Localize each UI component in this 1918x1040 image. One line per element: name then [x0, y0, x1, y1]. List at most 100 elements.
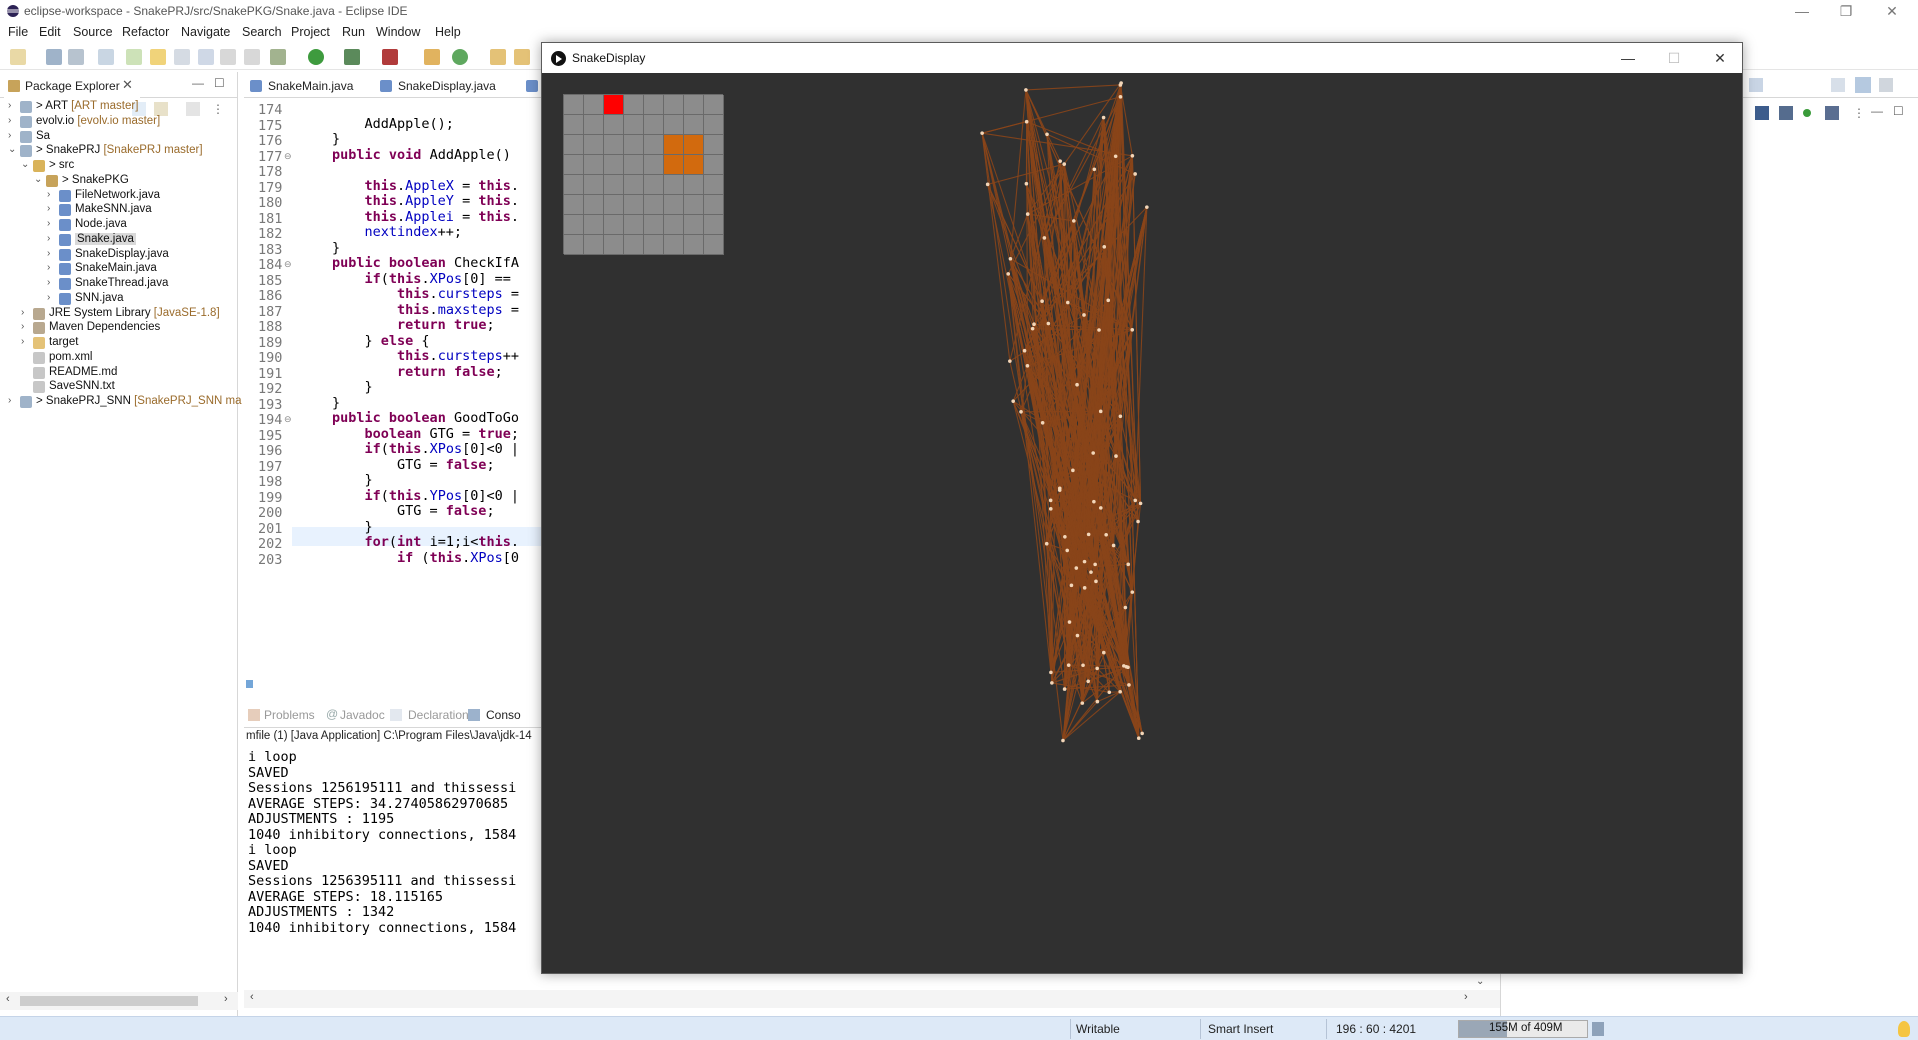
scrollbar-thumb[interactable]: [20, 996, 198, 1006]
chevron-right-icon[interactable]: ›: [8, 115, 18, 126]
tab-snake-display[interactable]: SnakeDisplay.java: [376, 74, 516, 98]
code-line[interactable]: nextindex++;: [332, 224, 463, 240]
menu-source[interactable]: Source: [73, 25, 113, 39]
view-minimize-icon[interactable]: —: [1871, 104, 1883, 118]
code-line[interactable]: }: [332, 131, 340, 147]
new-java-project-icon[interactable]: [424, 49, 440, 65]
tab-snake-java[interactable]: [522, 74, 542, 98]
code-line[interactable]: public boolean GoodToGo: [332, 410, 519, 426]
menu-navigate[interactable]: Navigate: [181, 25, 230, 39]
code-line[interactable]: }: [332, 379, 373, 395]
scroll-left-icon[interactable]: ‹: [6, 993, 10, 1005]
code-line[interactable]: boolean GTG = true;: [332, 426, 519, 442]
debug-perspective-icon[interactable]: [1879, 78, 1893, 92]
outline-hide-nonpublic-icon[interactable]: [1825, 106, 1839, 120]
tab-snake-main[interactable]: SnakeMain.java: [246, 74, 374, 98]
chevron-right-icon[interactable]: ›: [47, 292, 57, 303]
view-maximize-icon[interactable]: ☐: [214, 76, 225, 90]
chevron-right-icon[interactable]: ›: [21, 321, 31, 332]
paragraph-icon[interactable]: [244, 49, 260, 65]
code-line[interactable]: this.AppleY = this.: [332, 193, 519, 209]
scroll-left-icon[interactable]: ‹: [250, 991, 254, 1003]
code-line[interactable]: return true;: [332, 317, 495, 333]
tab-console[interactable]: Conso: [486, 708, 521, 722]
code-line[interactable]: GTG = false;: [332, 503, 495, 519]
chevron-down-icon[interactable]: ⌄: [34, 174, 44, 185]
menu-help[interactable]: Help: [435, 25, 461, 39]
minimize-button[interactable]: —: [1784, 2, 1820, 20]
tab-problems[interactable]: Problems: [264, 708, 315, 722]
tab-javadoc[interactable]: Javadoc: [340, 708, 385, 722]
outline-hide-fields-icon[interactable]: [1755, 106, 1769, 120]
chevron-down-icon[interactable]: ⌄: [8, 144, 18, 155]
code-line[interactable]: }: [332, 519, 373, 535]
snake-close-button[interactable]: ✕: [1700, 47, 1740, 69]
chevron-right-icon[interactable]: ›: [47, 203, 57, 214]
word-wrap-icon[interactable]: [198, 49, 214, 65]
code-line[interactable]: }: [332, 240, 340, 256]
open-perspective-icon[interactable]: [1831, 78, 1845, 92]
open-type-icon[interactable]: [490, 49, 506, 65]
chevron-right-icon[interactable]: ›: [47, 262, 57, 273]
fold-marker-icon[interactable]: ⊖: [284, 414, 292, 425]
close-button[interactable]: ✕: [1874, 2, 1910, 20]
debug-icon[interactable]: [270, 49, 286, 65]
chevron-right-icon[interactable]: ›: [47, 248, 57, 259]
tip-lightbulb-icon[interactable]: [1898, 1021, 1910, 1037]
coverage-icon[interactable]: [344, 49, 360, 65]
menu-edit[interactable]: Edit: [39, 25, 61, 39]
code-line[interactable]: if(this.XPos[0] ==: [332, 271, 519, 287]
chevron-right-icon[interactable]: ›: [8, 395, 18, 406]
view-minimize-icon[interactable]: —: [192, 76, 204, 90]
code-line[interactable]: for(int i=1;i<this.: [332, 534, 519, 550]
horizontal-scrollbar[interactable]: ‹ ›: [0, 992, 238, 1010]
code-line[interactable]: this.cursteps =: [332, 286, 519, 302]
menu-refactor[interactable]: Refactor: [122, 25, 169, 39]
code-line[interactable]: this.maxsteps =: [332, 302, 519, 318]
code-line[interactable]: public boolean CheckIfA: [332, 255, 519, 271]
fold-marker-icon[interactable]: ⊖: [284, 259, 292, 270]
java-perspective-icon[interactable]: [1855, 77, 1871, 93]
scroll-right-icon[interactable]: ›: [1464, 991, 1468, 1003]
search-icon[interactable]: [1749, 78, 1763, 92]
fold-marker-icon[interactable]: ⊖: [284, 151, 292, 162]
code-line[interactable]: } else {: [332, 333, 430, 349]
chevron-right-icon[interactable]: ›: [47, 218, 57, 229]
code-line[interactable]: if(this.YPos[0]<0 |: [332, 488, 519, 504]
code-line[interactable]: this.Applei = this.: [332, 209, 519, 225]
skip-breakpoints-icon[interactable]: [98, 49, 114, 65]
run-icon[interactable]: [308, 49, 324, 65]
code-line[interactable]: GTG = false;: [332, 457, 495, 473]
code-line[interactable]: public void AddApple(): [332, 147, 511, 163]
code-line[interactable]: if (this.XPos[0: [332, 550, 519, 566]
chevron-right-icon[interactable]: ›: [47, 233, 57, 244]
chevron-right-icon[interactable]: ›: [21, 307, 31, 318]
console-horizontal-scrollbar[interactable]: ‹ ›: [244, 990, 1500, 1008]
highlight-icon[interactable]: [150, 49, 166, 65]
scroll-down-icon[interactable]: ⌄: [1476, 976, 1484, 987]
tab-package-explorer[interactable]: Package Explorer ✕: [4, 74, 140, 98]
tree-item-project-snakeprj-snn[interactable]: › > SnakePRJ_SNN [SnakePRJ_SNN ma: [0, 393, 242, 411]
block-selection-icon[interactable]: [174, 49, 190, 65]
save-all-icon[interactable]: [68, 49, 84, 65]
new-class-icon[interactable]: [452, 49, 468, 65]
chevron-down-icon[interactable]: ⌄: [21, 159, 31, 170]
outline-public-icon[interactable]: [1803, 109, 1811, 117]
code-line[interactable]: return false;: [332, 364, 503, 380]
close-icon[interactable]: ✕: [122, 77, 133, 93]
new-icon[interactable]: [10, 49, 26, 65]
open-folder-icon[interactable]: [514, 49, 530, 65]
view-maximize-icon[interactable]: ☐: [1893, 104, 1904, 118]
menu-window[interactable]: Window: [376, 25, 420, 39]
snake-minimize-button[interactable]: —: [1608, 47, 1648, 69]
menu-file[interactable]: File: [8, 25, 28, 39]
chevron-right-icon[interactable]: ›: [47, 277, 57, 288]
external-tools-icon[interactable]: [382, 49, 398, 65]
code-line[interactable]: }: [332, 472, 373, 488]
menu-run[interactable]: Run: [342, 25, 365, 39]
code-line[interactable]: this.AppleX = this.: [332, 178, 519, 194]
menu-search[interactable]: Search: [242, 25, 282, 39]
chevron-right-icon[interactable]: ›: [47, 189, 57, 200]
code-line[interactable]: }: [332, 395, 340, 411]
scroll-right-icon[interactable]: ›: [224, 993, 228, 1005]
